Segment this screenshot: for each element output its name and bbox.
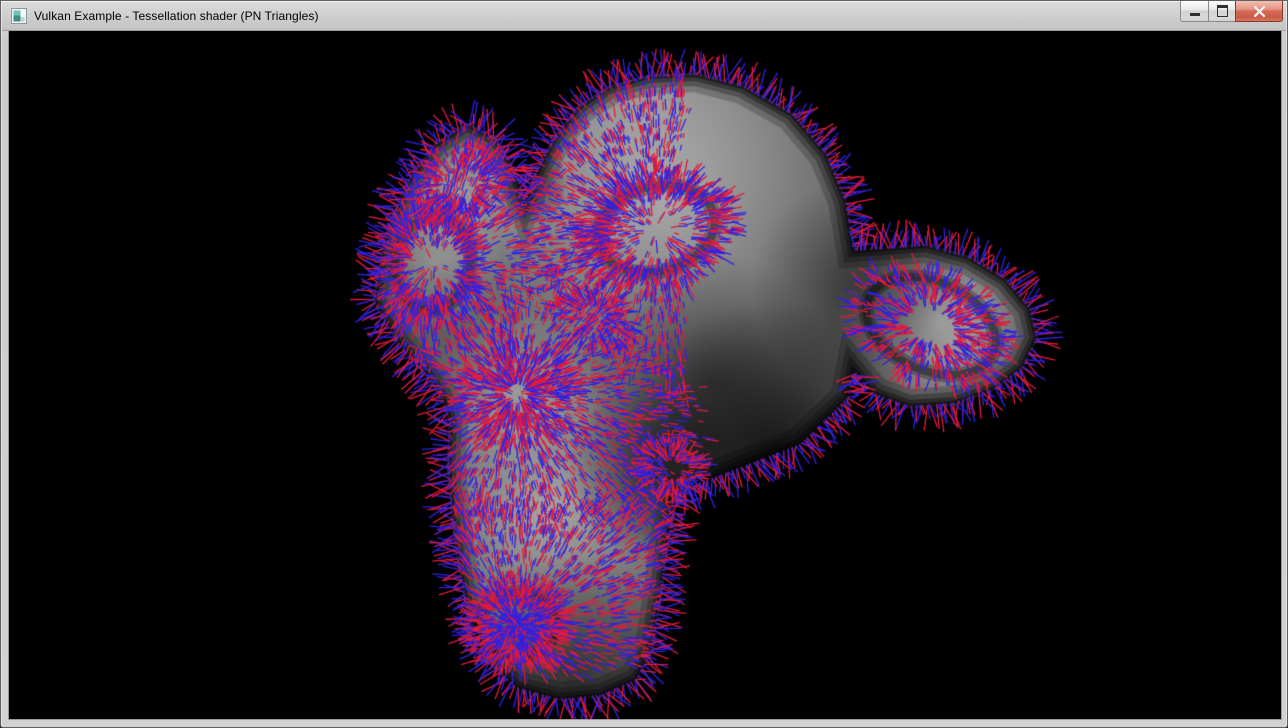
maximize-icon — [1217, 5, 1228, 17]
maximize-button[interactable] — [1208, 1, 1236, 22]
close-button[interactable] — [1235, 1, 1283, 22]
window-frame: Vulkan Example - Tessellation shader (PN… — [0, 0, 1288, 728]
close-icon — [1253, 6, 1266, 17]
render-canvas[interactable] — [9, 31, 1281, 719]
render-viewport — [9, 31, 1281, 719]
title-bar[interactable]: Vulkan Example - Tessellation shader (PN… — [2, 2, 1286, 31]
minimize-button[interactable] — [1180, 1, 1209, 22]
window-controls — [1180, 1, 1283, 22]
window-title: Vulkan Example - Tessellation shader (PN… — [34, 9, 319, 23]
vulkan-app-icon[interactable] — [11, 8, 27, 24]
minimize-icon — [1190, 13, 1200, 16]
